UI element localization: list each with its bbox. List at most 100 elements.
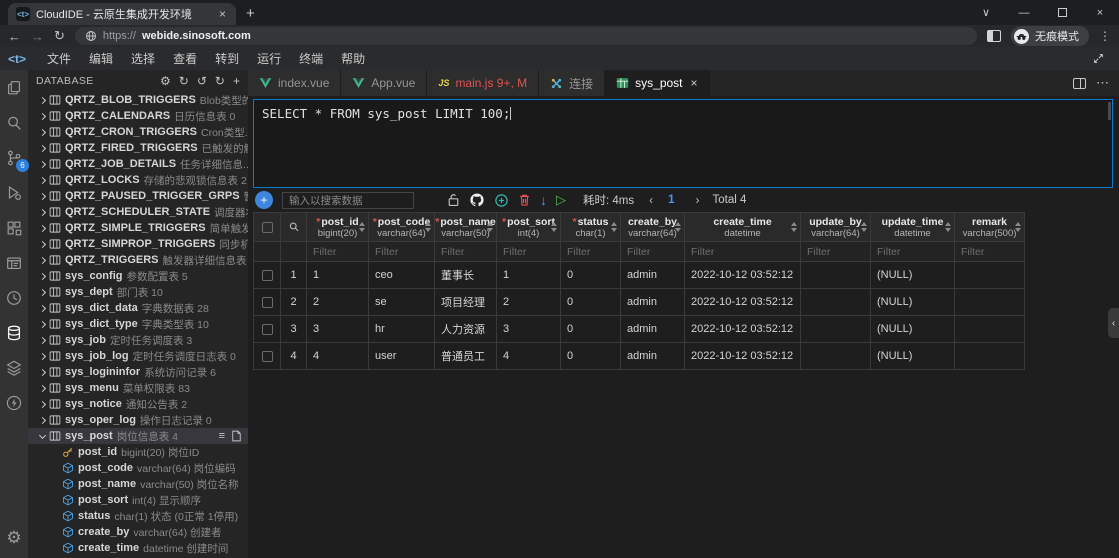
tree-item-post_sort[interactable]: post_sortint(4) 显示顺序: [28, 492, 248, 508]
cell-status[interactable]: 0: [561, 316, 621, 343]
cell-post_name[interactable]: 人力资源: [435, 316, 497, 343]
tree-item-post_id[interactable]: post_idbigint(20) 岗位ID: [28, 444, 248, 460]
tree-item-QRTZ_FIRED_TRIGGERS[interactable]: QRTZ_FIRED_TRIGGERS已触发的触...: [28, 140, 248, 156]
chevron-right-icon[interactable]: [39, 112, 46, 119]
delete-row-icon[interactable]: [518, 193, 531, 207]
tree-item-sys_menu[interactable]: sys_menu菜单权限表 83: [28, 380, 248, 396]
cell-post_code[interactable]: se: [369, 289, 435, 316]
tree-item-create_by[interactable]: create_byvarchar(64) 创建者: [28, 524, 248, 540]
db-history-icon[interactable]: ↺: [197, 74, 207, 88]
filter-input-update_by[interactable]: Filter: [801, 242, 871, 262]
run-history-icon[interactable]: [4, 288, 24, 308]
tree-item-QRTZ_BLOB_TRIGGERS[interactable]: QRTZ_BLOB_TRIGGERSBlob类型的...: [28, 92, 248, 108]
chevron-right-icon[interactable]: [39, 256, 46, 263]
column-header-remark[interactable]: remarkvarchar(500): [955, 212, 1025, 242]
tree-item-sys_job_log[interactable]: sys_job_log定时任务调度日志表 0: [28, 348, 248, 364]
sort-icon[interactable]: [675, 222, 681, 232]
add-row-icon[interactable]: [494, 193, 509, 208]
column-header-post_code[interactable]: *post_codevarchar(64): [369, 212, 435, 242]
browser-tab[interactable]: <t> CloudIDE - 云原生集成开发环境 ×: [8, 3, 236, 25]
search-icon[interactable]: [4, 113, 24, 133]
chevron-right-icon[interactable]: [39, 304, 46, 311]
tree-item-sys_dept[interactable]: sys_dept部门表 10: [28, 284, 248, 300]
chevron-right-icon[interactable]: [39, 240, 46, 247]
window-minimize-icon[interactable]: —: [1005, 0, 1043, 25]
explorer-icon[interactable]: [4, 78, 24, 98]
tab-close-icon[interactable]: ×: [217, 7, 228, 21]
column-header-update_time[interactable]: update_timedatetime: [871, 212, 955, 242]
column-header-update_by[interactable]: update_byvarchar(64): [801, 212, 871, 242]
editor-tab-index.vue[interactable]: index.vue: [248, 70, 341, 96]
menu-item[interactable]: 编辑: [80, 48, 122, 69]
address-bar[interactable]: https://webide.sinosoft.com: [75, 27, 977, 45]
settings-gear-icon[interactable]: ⚙: [6, 528, 21, 548]
chevron-right-icon[interactable]: [39, 208, 46, 215]
column-header-status[interactable]: *statuschar(1): [561, 212, 621, 242]
table-row[interactable]: 22se项目经理20admin2022-10-12 03:52:12(NULL): [253, 289, 1025, 316]
filter-input-create_time[interactable]: Filter: [685, 242, 801, 262]
tree-item-QRTZ_LOCKS[interactable]: QRTZ_LOCKS存储的悲观锁信息表 2: [28, 172, 248, 188]
forward-icon[interactable]: →: [31, 29, 44, 44]
column-header-post_name[interactable]: *post_namevarchar(50): [435, 212, 497, 242]
db-refresh-icon[interactable]: ↻: [215, 74, 225, 88]
filter-input-post_id[interactable]: Filter: [307, 242, 369, 262]
column-header-post_sort[interactable]: *post_sortint(4): [497, 212, 561, 242]
cell-post_sort[interactable]: 2: [497, 289, 561, 316]
tree-item-QRTZ_CALENDARS[interactable]: QRTZ_CALENDARS日历信息表 0: [28, 108, 248, 124]
tree-item-sys_oper_log[interactable]: sys_oper_log操作日志记录 0: [28, 412, 248, 428]
tree-item-sys_post[interactable]: sys_post岗位信息表 4≡: [28, 428, 248, 444]
row-checkbox[interactable]: [253, 316, 281, 343]
filter-input-update_time[interactable]: Filter: [871, 242, 955, 262]
tree-item-status[interactable]: statuschar(1) 状态 (0正常 1停用): [28, 508, 248, 524]
cell-post_code[interactable]: user: [369, 343, 435, 370]
export-icon[interactable]: ↓: [540, 192, 547, 208]
chevron-right-icon[interactable]: [39, 96, 46, 103]
cell-update_time[interactable]: (NULL): [871, 316, 955, 343]
cell-create_by[interactable]: admin: [621, 343, 685, 370]
tree-item-sys_config[interactable]: sys_config参数配置表 5: [28, 268, 248, 284]
quick-action-button[interactable]: +: [255, 191, 273, 209]
menu-item[interactable]: 帮助: [332, 48, 374, 69]
tree-item-sys_logininfor[interactable]: sys_logininfor系统访问记录 6: [28, 364, 248, 380]
filter-input-create_by[interactable]: Filter: [621, 242, 685, 262]
cell-post_sort[interactable]: 3: [497, 316, 561, 343]
cell-update_time[interactable]: (NULL): [871, 289, 955, 316]
editor-scrollbar[interactable]: [1108, 102, 1111, 120]
cell-post_name[interactable]: 董事长: [435, 262, 497, 289]
extensions-icon[interactable]: [4, 218, 24, 238]
cell-post_code[interactable]: ceo: [369, 262, 435, 289]
cell-create_by[interactable]: admin: [621, 289, 685, 316]
cell-update_by[interactable]: [801, 316, 871, 343]
page-prev-icon[interactable]: ‹: [649, 193, 653, 207]
cell-post_name[interactable]: 项目经理: [435, 289, 497, 316]
sort-icon[interactable]: [611, 222, 617, 232]
cell-post_name[interactable]: 普通员工: [435, 343, 497, 370]
source-control-icon[interactable]: 6: [4, 148, 24, 168]
power-tools-icon[interactable]: [4, 393, 24, 413]
current-page[interactable]: 1: [668, 194, 674, 206]
cell-create_time[interactable]: 2022-10-12 03:52:12: [685, 289, 801, 316]
editor-tab-main.js[interactable]: JSmain.js 9+, M: [427, 70, 539, 96]
split-editor-icon[interactable]: [1073, 78, 1086, 89]
sort-icon[interactable]: [425, 222, 431, 232]
chevron-right-icon[interactable]: [39, 336, 46, 343]
chevron-down-icon[interactable]: [39, 431, 46, 438]
cell-update_time[interactable]: (NULL): [871, 262, 955, 289]
cell-post_sort[interactable]: 4: [497, 343, 561, 370]
more-actions-icon[interactable]: ⋯: [1096, 75, 1109, 91]
search-data-input[interactable]: 输入以搜索数据: [282, 192, 414, 209]
cell-update_by[interactable]: [801, 262, 871, 289]
chevron-right-icon[interactable]: [39, 128, 46, 135]
row-checkbox[interactable]: [253, 262, 281, 289]
filter-input-post_name[interactable]: Filter: [435, 242, 497, 262]
chevron-right-icon[interactable]: [39, 272, 46, 279]
cell-status[interactable]: 0: [561, 289, 621, 316]
cell-update_by[interactable]: [801, 343, 871, 370]
filter-input-post_sort[interactable]: Filter: [497, 242, 561, 262]
table-row[interactable]: 44user普通员工40admin2022-10-12 03:52:12(NUL…: [253, 343, 1025, 370]
window-maximize-icon[interactable]: [1043, 0, 1081, 25]
run-debug-icon[interactable]: [4, 183, 24, 203]
window-menu-icon[interactable]: ∨: [967, 0, 1005, 25]
menu-item[interactable]: 终端: [290, 48, 332, 69]
row-checkbox[interactable]: [253, 289, 281, 316]
